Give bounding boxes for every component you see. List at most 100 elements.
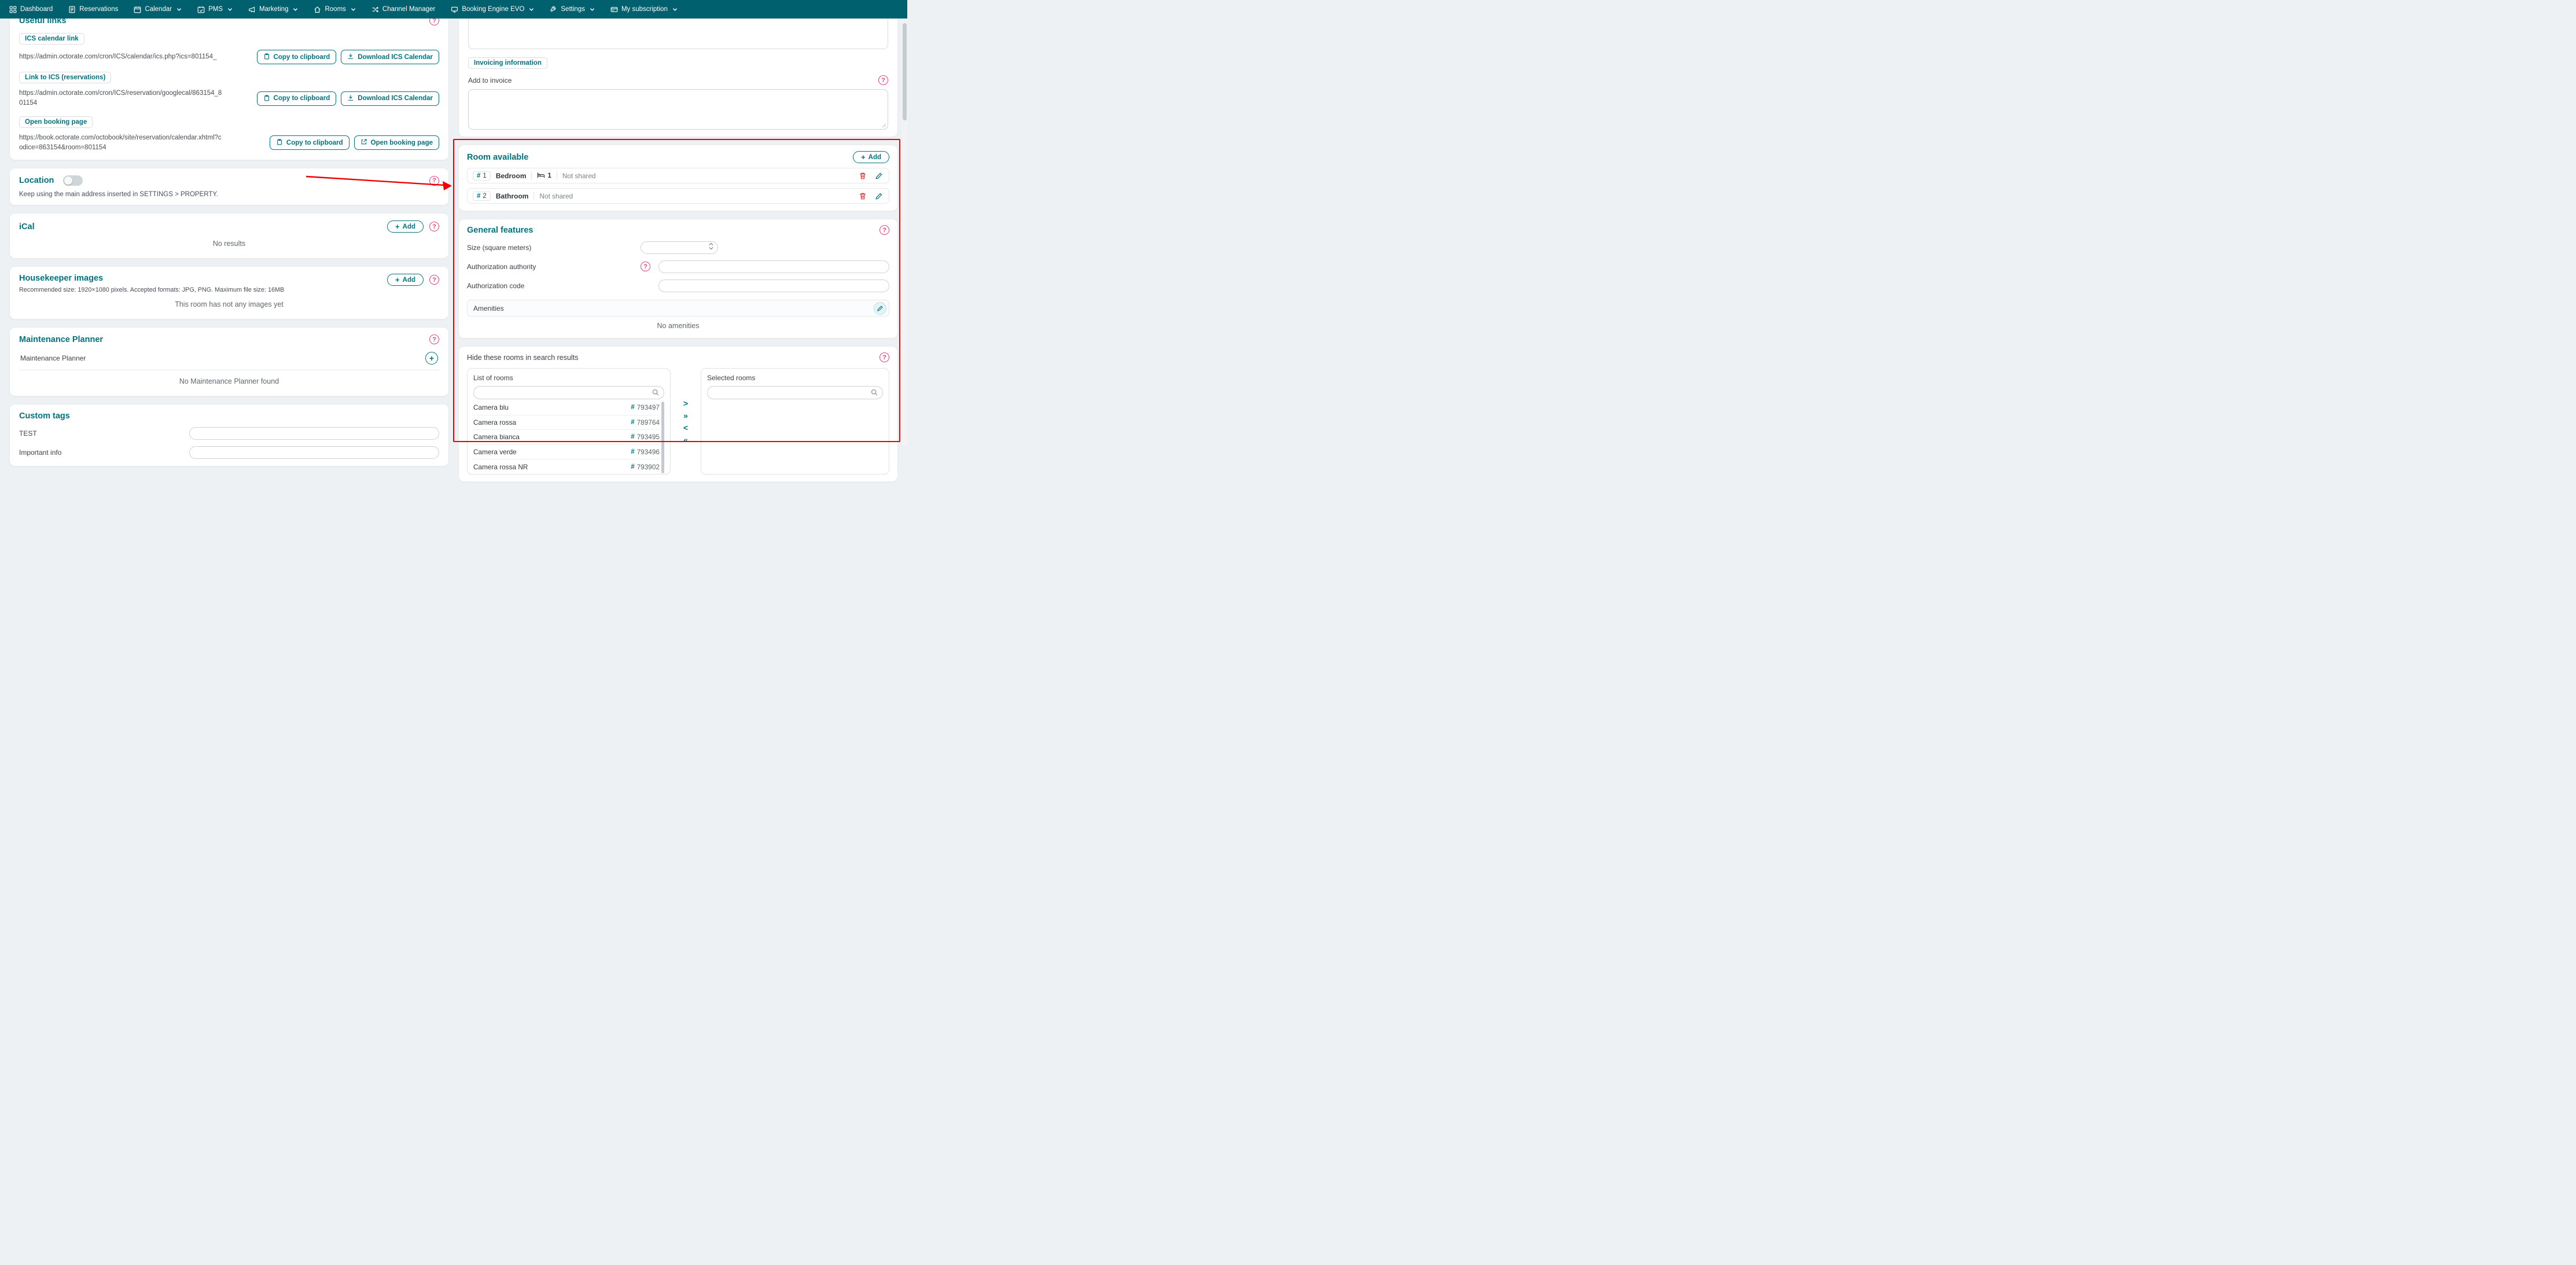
notes-textarea[interactable] [468,13,888,49]
nav-label: Settings [561,6,585,13]
external-link-icon [360,138,367,147]
page-scrollbar-thumb[interactable] [903,23,907,120]
room-row[interactable]: # 2 Bathroom Not shared [467,188,889,204]
edit-amenities-button[interactable] [874,302,886,315]
housekeeper-hint: Recommended size: 1920×1080 pixels. Acce… [19,286,284,293]
move-left-button[interactable]: < [683,424,688,432]
nav-rooms[interactable]: Rooms [314,6,355,13]
hash-icon: # [631,448,634,455]
authorization-code-input[interactable] [658,280,889,292]
help-icon[interactable]: ? [429,176,439,186]
edit-room-button[interactable] [874,192,884,201]
nav-calendar[interactable]: Calendar [134,6,182,13]
delete-room-button[interactable] [858,171,867,181]
room-available-card: Room available + Add # 1 Bedroom 1 [458,145,898,211]
custom-tag-label: TEST [19,429,37,437]
hide-rooms-title: Hide these rooms in search results [467,354,578,362]
help-icon[interactable]: ? [429,334,439,344]
selected-rooms-search-input[interactable] [707,386,883,399]
nav-my-subscription[interactable]: My subscription [610,6,678,13]
rooms-search-input[interactable] [473,386,664,399]
add-to-invoice-textarea[interactable] [468,89,888,130]
maintenance-planner-card: Maintenance Planner ? Maintenance Planne… [9,327,449,396]
add-ical-button[interactable]: + Add [387,220,424,233]
hash-icon: # [631,464,634,470]
open-booking-page-section: Open booking page https://book.octorate.… [19,116,439,153]
room-name: Camera verde [473,448,517,456]
add-maintenance-button[interactable]: + [425,352,438,365]
location-card: Location ? Keep using the main address i… [9,168,449,205]
link-url: https://admin.octorate.com/cron/ICS/rese… [19,89,223,109]
nav-dashboard[interactable]: Dashboard [9,6,53,13]
chevron-down-icon [176,7,182,12]
page-scrollbar-track[interactable] [902,19,907,446]
help-icon[interactable]: ? [879,225,889,235]
help-icon[interactable]: ? [878,75,888,85]
help-icon[interactable]: ? [429,222,439,231]
add-room-button[interactable]: + Add [853,151,889,163]
custom-tag-important-info-input[interactable] [189,446,439,459]
edit-room-button[interactable] [874,171,884,181]
add-image-button[interactable]: + Add [387,274,424,286]
calendar-icon [134,6,141,13]
selected-rooms-title: Selected rooms [707,374,883,382]
room-number-chip: # 2 [473,192,491,201]
amenities-label: Amenities [473,304,504,312]
room-row[interactable]: # 1 Bedroom 1 Not shared [467,168,889,183]
download-ics-button[interactable]: Download ICS Calendar [341,50,439,64]
move-all-right-button[interactable]: » [683,411,688,420]
list-item[interactable]: Camera rossa #789764 [473,415,660,431]
clipboard-icon [276,138,283,147]
list-item[interactable]: Camera rossa NR #793902 [473,459,660,475]
authorization-authority-input[interactable] [658,260,889,273]
room-id: 793495 [637,433,660,441]
hash-icon: # [477,193,480,200]
section-heading: Link to ICS (reservations) [19,72,111,83]
room-id: 793497 [637,403,660,411]
room-name: Camera blu [473,403,509,411]
nav-marketing[interactable]: Marketing [248,6,299,13]
list-item[interactable]: Camera bianca #793495 [473,430,660,445]
chevron-down-icon [227,7,233,12]
room-number: 1 [483,172,486,179]
delete-room-button[interactable] [858,192,867,201]
download-icon [347,94,354,103]
help-icon[interactable]: ? [641,262,650,271]
custom-tag-test-input[interactable] [189,427,439,440]
ics-calendar-link-section: ICS calendar link https://admin.octorate… [19,33,439,64]
open-booking-page-button[interactable]: Open booking page [354,135,439,150]
ical-title: iCal [19,222,35,231]
location-title: Location [19,176,54,185]
button-label: Add [403,223,415,230]
nav-pms[interactable]: PMS [197,6,233,13]
search-icon [652,388,660,396]
chevron-down-icon [529,7,534,12]
hide-rooms-card: Hide these rooms in search results ? Lis… [458,346,898,482]
room-id: 793902 [637,463,660,471]
help-icon[interactable]: ? [879,352,889,362]
copy-to-clipboard-button[interactable]: Copy to clipboard [257,50,337,64]
ical-empty-state: No results [19,233,439,251]
nav-channel-manager[interactable]: Channel Manager [371,6,435,13]
copy-to-clipboard-button[interactable]: Copy to clipboard [270,135,349,150]
nav-reservations[interactable]: Reservations [68,6,118,13]
room-name: Bedroom [496,172,527,180]
download-ics-button[interactable]: Download ICS Calendar [341,91,439,106]
move-all-left-button[interactable]: « [683,436,688,444]
list-item[interactable]: Camera verde #793496 [473,445,660,460]
nav-booking-engine[interactable]: Booking Engine EVO [451,6,534,13]
list-scrollbar[interactable] [661,402,664,473]
move-right-button[interactable]: > [683,399,688,407]
location-toggle[interactable] [63,175,83,186]
nav-settings[interactable]: Settings [550,6,595,13]
list-item[interactable]: Camera blu #793497 [473,400,660,415]
section-heading: ICS calendar link [19,33,84,45]
help-icon[interactable]: ? [429,275,439,285]
copy-to-clipboard-button[interactable]: Copy to clipboard [257,91,337,106]
toggle-knob [64,176,72,185]
number-stepper[interactable] [709,242,713,250]
subscription-card-icon [610,6,618,13]
custom-tag-row: TEST [19,427,439,440]
chevron-down-icon [293,7,298,12]
size-input[interactable] [641,241,718,254]
